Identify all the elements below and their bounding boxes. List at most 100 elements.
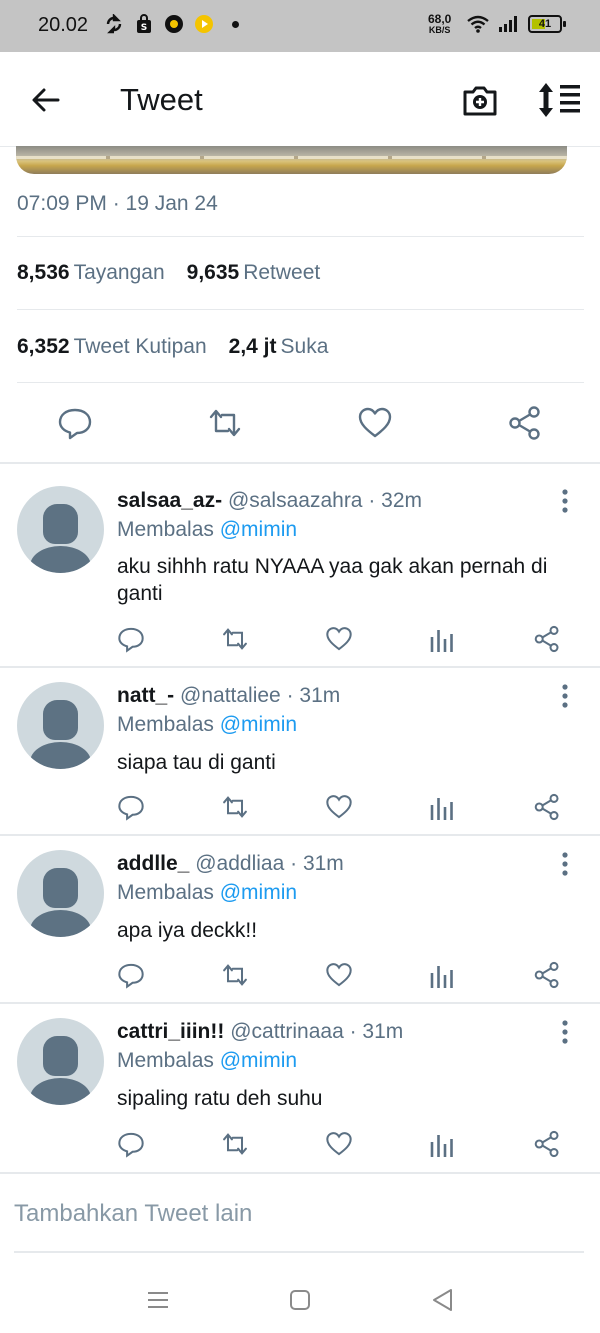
reply-time: 32m <box>381 489 423 512</box>
views-stat[interactable]: 8,536 Tayangan <box>17 261 165 285</box>
reply-item[interactable]: natt_- @nattaliee · 31m Membalas @mimin … <box>0 668 600 836</box>
reply-icon[interactable] <box>117 1130 145 1158</box>
sync-icon <box>106 14 122 34</box>
top-app-bar: Tweet <box>0 52 600 147</box>
tweet-stats-row-1: 8,536 Tayangan 9,635 Retweet <box>17 261 320 285</box>
reply-icon[interactable] <box>117 625 145 653</box>
retweets-label: Retweet <box>243 261 321 284</box>
compose-bar <box>14 1197 584 1253</box>
reply-display-name[interactable]: salsaa_az- <box>117 489 222 512</box>
reply-item[interactable]: cattri_iiin!! @cattrinaaa · 31m Membalas… <box>0 1004 600 1174</box>
like-heart-icon[interactable] <box>325 961 353 989</box>
add-tweet-input[interactable] <box>14 1197 584 1231</box>
reply-handle[interactable]: @nattaliee <box>180 684 281 707</box>
replying-label: Membalas <box>117 881 214 904</box>
retweet-icon[interactable] <box>221 625 249 653</box>
share-icon[interactable] <box>507 405 543 441</box>
reply-handle[interactable]: @addliaa <box>195 852 284 875</box>
play-circle-icon <box>195 15 213 33</box>
like-heart-icon[interactable] <box>325 793 353 821</box>
mention-link[interactable]: @mimin <box>220 1049 297 1072</box>
tweet-media-image[interactable] <box>16 146 567 174</box>
page-title: Tweet <box>120 82 203 117</box>
analytics-icon[interactable] <box>429 793 457 821</box>
reply-text: sipaling ratu deh suhu <box>117 1087 323 1110</box>
more-options-icon[interactable] <box>556 683 574 709</box>
more-options-icon[interactable] <box>556 488 574 514</box>
like-heart-icon[interactable] <box>325 1130 353 1158</box>
network-speed-value: 68,0 <box>428 12 452 26</box>
replying-to: Membalas @mimin <box>117 881 297 905</box>
reply-handle[interactable]: @cattrinaaa <box>230 1020 344 1043</box>
retweets-stat[interactable]: 9,635 Retweet <box>187 261 321 285</box>
reply-time: 31m <box>362 1020 404 1043</box>
reply-display-name[interactable]: natt_- <box>117 684 174 707</box>
svg-text:S: S <box>141 23 147 33</box>
mention-link[interactable]: @mimin <box>220 518 297 541</box>
retweet-icon[interactable] <box>221 793 249 821</box>
analytics-icon[interactable] <box>429 961 457 989</box>
likes-stat[interactable]: 2,4 jt Suka <box>229 335 329 359</box>
analytics-icon[interactable] <box>429 1130 457 1158</box>
reply-actions <box>0 961 600 991</box>
signal-icon <box>499 16 517 32</box>
share-icon[interactable] <box>533 625 561 653</box>
battery-icon: 41 <box>528 15 566 33</box>
reply-display-name[interactable]: addlle_ <box>117 852 189 875</box>
mention-link[interactable]: @mimin <box>220 713 297 736</box>
network-speed: 68,0 KB/S <box>428 12 452 36</box>
retweet-icon[interactable] <box>221 961 249 989</box>
avatar[interactable] <box>17 1018 104 1105</box>
back-triangle-icon[interactable] <box>428 1285 458 1315</box>
likes-count: 2,4 jt <box>228 335 277 358</box>
divider <box>17 382 584 383</box>
tweet-timestamp: 07:09 PM · 19 Jan 24 <box>17 192 218 215</box>
replying-label: Membalas <box>117 713 214 736</box>
share-icon[interactable] <box>533 961 561 989</box>
divider <box>17 236 584 237</box>
reply-actions <box>0 793 600 823</box>
reply-time: 31m <box>299 684 341 707</box>
tweet-stats-row-2: 6,352 Tweet Kutipan 2,4 jt Suka <box>17 335 328 359</box>
notification-icons: S <box>104 14 239 34</box>
mention-link[interactable]: @mimin <box>220 881 297 904</box>
reply-actions <box>0 1130 600 1160</box>
reply-handle[interactable]: @salsaazahra <box>228 489 363 512</box>
reply-icon[interactable] <box>117 961 145 989</box>
reply-header: salsaa_az- @salsaazahra · 32m <box>117 489 423 512</box>
more-options-icon[interactable] <box>556 851 574 877</box>
more-options-icon[interactable] <box>556 1019 574 1045</box>
share-icon[interactable] <box>533 793 561 821</box>
camera-add-icon[interactable] <box>460 80 500 120</box>
recent-apps-icon[interactable] <box>143 1285 173 1315</box>
retweet-icon[interactable] <box>207 405 243 441</box>
like-heart-icon[interactable] <box>325 625 353 653</box>
reply-header: natt_- @nattaliee · 31m <box>117 684 341 707</box>
reply-icon[interactable] <box>117 793 145 821</box>
reply-item[interactable]: salsaa_az- @salsaazahra · 32m Membalas @… <box>0 464 600 668</box>
reply-item[interactable]: addlle_ @addliaa · 31m Membalas @mimin a… <box>0 836 600 1004</box>
quotes-stat[interactable]: 6,352 Tweet Kutipan <box>17 335 207 359</box>
sort-replies-icon[interactable] <box>536 80 582 120</box>
replying-label: Membalas <box>117 1049 214 1072</box>
reply-time: 31m <box>302 852 344 875</box>
replying-label: Membalas <box>117 518 214 541</box>
app-notification-icon <box>165 15 183 33</box>
reply-icon[interactable] <box>57 405 93 441</box>
share-icon[interactable] <box>533 1130 561 1158</box>
system-icons: 41 <box>466 14 566 34</box>
avatar[interactable] <box>17 850 104 937</box>
like-heart-icon[interactable] <box>357 405 393 441</box>
likes-label: Suka <box>280 335 329 358</box>
analytics-icon[interactable] <box>429 625 457 653</box>
retweet-icon[interactable] <box>221 1130 249 1158</box>
quotes-label: Tweet Kutipan <box>73 335 207 358</box>
reply-header: addlle_ @addliaa · 31m <box>117 852 344 875</box>
home-icon[interactable] <box>285 1285 315 1315</box>
reply-display-name[interactable]: cattri_iiin!! <box>117 1020 224 1043</box>
avatar[interactable] <box>17 486 104 573</box>
back-arrow-icon[interactable] <box>28 82 64 118</box>
battery-level: 41 <box>538 18 552 30</box>
avatar[interactable] <box>17 682 104 769</box>
status-bar: 20.02 S 68,0 KB/S 41 <box>0 0 600 52</box>
